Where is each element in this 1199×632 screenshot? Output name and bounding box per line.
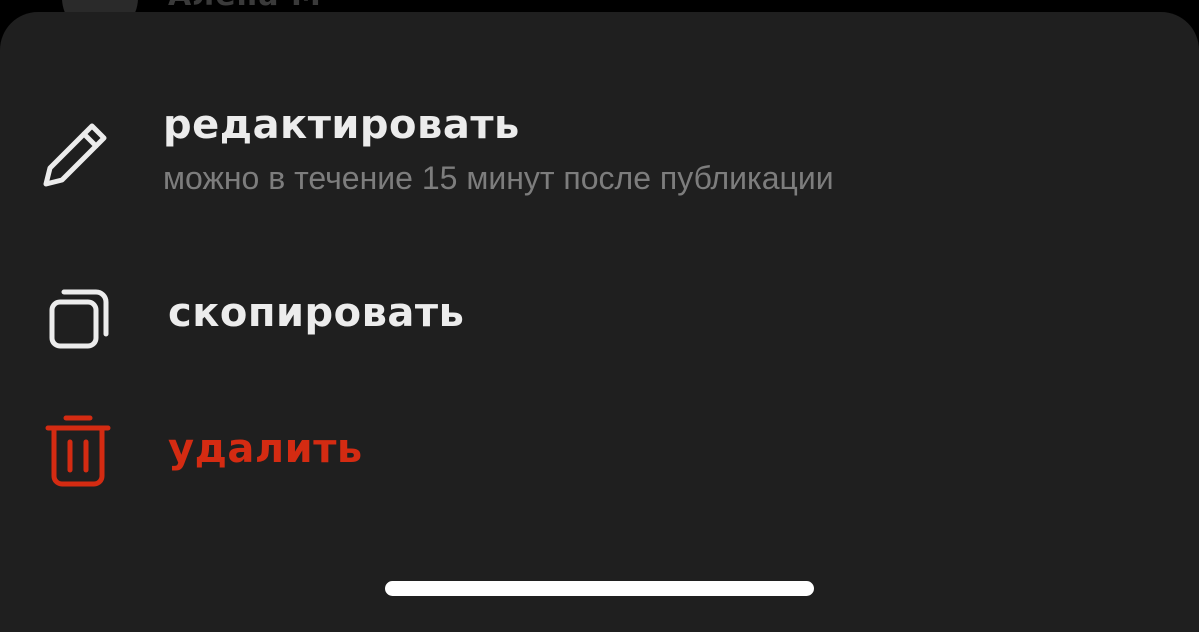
- copy-label: скопировать: [168, 290, 465, 336]
- action-sheet: редактировать можно в течение 15 минут п…: [0, 12, 1199, 632]
- copy-menu-item[interactable]: скопировать: [0, 274, 1199, 364]
- edit-hint: можно в течение 15 минут после публикаци…: [163, 160, 834, 196]
- home-indicator[interactable]: [385, 581, 814, 596]
- edit-menu-item[interactable]: редактировать можно в течение 15 минут п…: [0, 92, 1199, 222]
- edit-label: редактировать: [163, 102, 520, 148]
- delete-menu-item[interactable]: удалить: [0, 408, 1199, 498]
- trash-icon: [45, 415, 111, 487]
- pencil-icon: [43, 123, 107, 187]
- delete-label: удалить: [168, 426, 363, 472]
- copy-icon: [49, 289, 109, 349]
